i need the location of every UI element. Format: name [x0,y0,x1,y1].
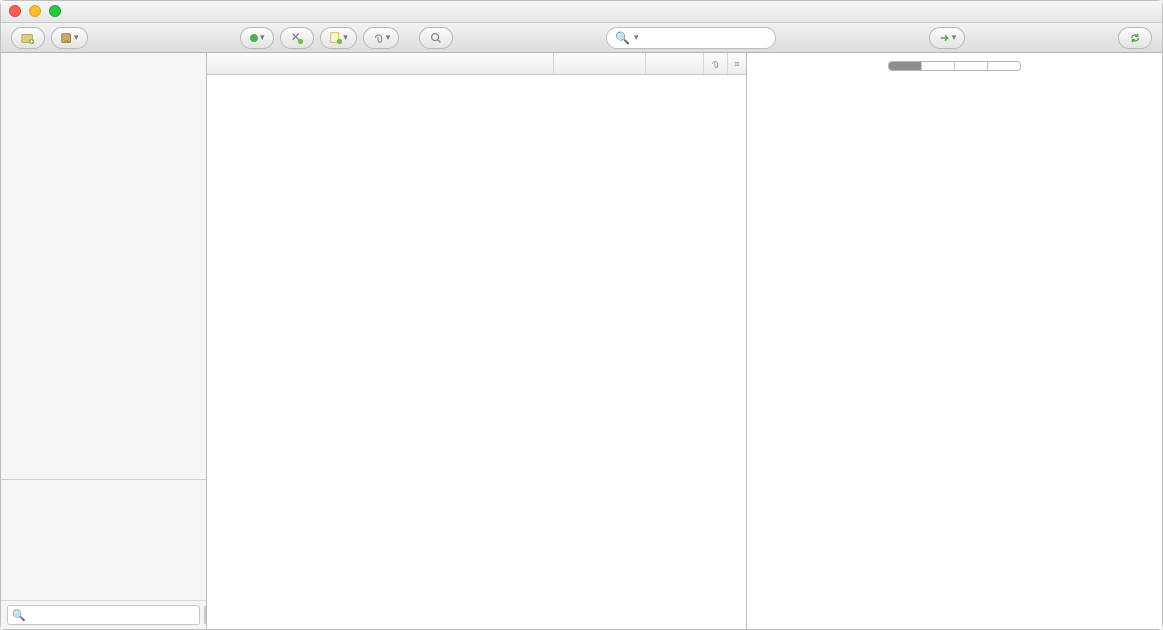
zoom-window-button[interactable] [49,5,61,17]
tag-color-menu-button[interactable] [204,606,206,624]
close-window-button[interactable] [9,5,21,17]
advanced-search-button[interactable] [419,27,453,49]
column-year[interactable] [646,53,704,74]
column-picker[interactable] [728,53,746,74]
new-library-button[interactable]: ▾ [51,27,88,49]
tab-related[interactable] [988,62,1020,70]
column-attachments[interactable] [704,53,728,74]
search-icon: 🔍 [12,609,26,622]
search-scope-chevron[interactable]: ▾ [634,32,639,43]
tab-info[interactable] [889,62,922,70]
search-input[interactable] [643,31,798,45]
tab-notes[interactable] [922,62,955,70]
add-attachment-button[interactable]: ▾ [363,27,400,49]
tags-list[interactable] [1,480,206,600]
column-creator[interactable] [554,53,646,74]
item-detail-pane [747,53,1162,629]
items-pane [207,53,747,629]
items-header[interactable] [207,53,746,75]
tag-filter-input[interactable] [7,605,200,625]
item-metadata [747,79,1162,629]
detail-tabs [747,53,1162,79]
titlebar [1,1,1162,23]
column-title[interactable] [207,53,554,74]
sync-button[interactable] [1118,27,1152,49]
search-field[interactable]: 🔍 ▾ [606,27,776,49]
locate-button[interactable]: ▾ [929,27,966,49]
window-controls [9,5,61,17]
tag-filter-bar: 🔍 [1,600,206,629]
collections-tree[interactable] [1,53,206,479]
tab-tags[interactable] [955,62,988,70]
new-collection-button[interactable] [11,27,45,49]
main-toolbar: ▾ ▾ ▾ ▾ 🔍 ▾ ▾ [1,23,1162,53]
items-list[interactable] [207,75,746,629]
add-by-identifier-button[interactable] [280,27,314,49]
tags-pane: 🔍 [1,479,206,629]
new-note-button[interactable]: ▾ [320,27,357,49]
search-icon: 🔍 [615,31,630,45]
new-item-button[interactable]: ▾ [240,27,274,49]
collections-pane: 🔍 [1,53,207,629]
minimize-window-button[interactable] [29,5,41,17]
